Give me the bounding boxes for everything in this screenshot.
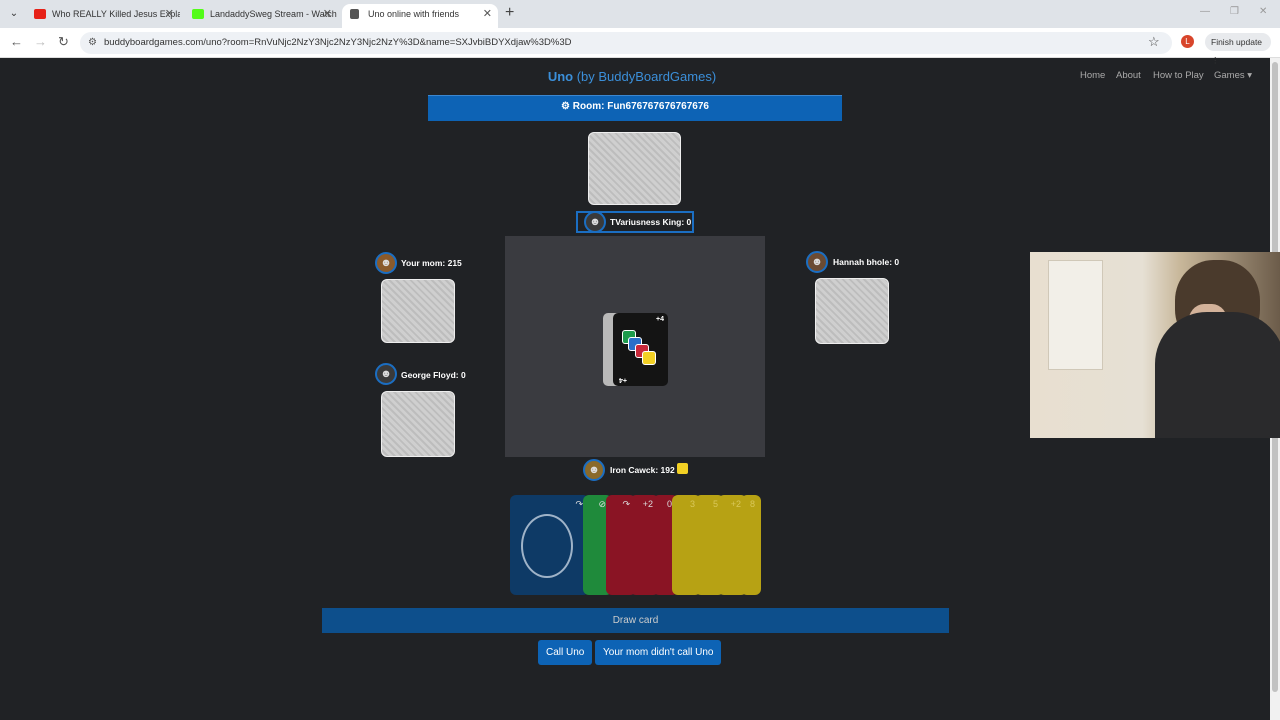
brand-subtitle: (by BuddyBoardGames) xyxy=(573,69,717,84)
new-tab-icon[interactable]: + xyxy=(505,4,514,22)
hand-card-label: ↷ xyxy=(622,499,630,509)
finish-update-label: Finish update xyxy=(1211,37,1263,47)
window-close-icon[interactable]: ✕ xyxy=(1259,6,1267,17)
close-tab-icon[interactable]: ✕ xyxy=(483,4,492,24)
address-bar-row: ← → ↻ ⚙ buddyboardgames.com/uno?room=RnV… xyxy=(0,28,1280,58)
webcam-person-hoodie xyxy=(1155,312,1280,438)
hand-card[interactable]: ↷ xyxy=(510,495,589,595)
player-me-name: Iron Cawck: 192 xyxy=(610,465,675,475)
hand-card-label: +2 xyxy=(642,499,653,509)
tab-search-icon[interactable]: ⌄ xyxy=(6,6,22,22)
hand-card[interactable]: 8 xyxy=(741,495,761,595)
call-uno-button[interactable]: Call Uno xyxy=(538,640,593,665)
nav-home[interactable]: Home xyxy=(1080,70,1105,81)
uno-site-icon xyxy=(350,9,359,19)
player-left2-name: George Floyd: 0 xyxy=(401,370,466,380)
brand-title: Uno xyxy=(547,69,574,84)
browser-tab-2[interactable]: LandaddySweg Stream - Watch ✕ xyxy=(184,4,338,28)
site-info-icon[interactable]: ⚙ xyxy=(88,32,97,54)
discard-pile: +4 +4 xyxy=(613,313,668,386)
close-tab-icon[interactable]: ✕ xyxy=(323,4,332,24)
tab-title: LandaddySweg Stream - Watch xyxy=(210,9,337,19)
hand-card-label: 8 xyxy=(749,499,755,509)
forward-icon[interactable]: → xyxy=(34,34,47,49)
avatar: ☻ xyxy=(806,251,828,273)
avatar: ☻ xyxy=(583,459,605,481)
player-right-name: Hannah bhole: 0 xyxy=(833,257,900,267)
wild-yellow-square xyxy=(642,351,656,365)
url-field[interactable]: ⚙ buddyboardgames.com/uno?room=RnVuNjc2N… xyxy=(80,32,1172,54)
hand-card-label: ⊘ xyxy=(598,499,606,509)
avatar: ☻ xyxy=(375,252,397,274)
tab-title: Who REALLY Killed Jesus Explai xyxy=(52,9,180,19)
youtube-icon xyxy=(34,9,46,19)
didnt-call-uno-button[interactable]: Your mom didn't call Uno xyxy=(595,640,722,665)
nav-about[interactable]: About xyxy=(1116,70,1141,81)
site-brand[interactable]: Uno (by BuddyBoardGames) xyxy=(0,69,1264,84)
back-icon[interactable]: ← xyxy=(10,34,23,49)
browser-tab-3[interactable]: Uno online with friends ✕ xyxy=(342,4,498,28)
discard-corner-label: +4 xyxy=(619,376,627,383)
kick-icon xyxy=(192,9,204,19)
profile-avatar[interactable]: L xyxy=(1181,35,1194,48)
opponent-left1-cards xyxy=(381,279,455,343)
room-banner: ⚙ Room: Fun676767676767676 xyxy=(428,95,842,121)
hand-card-label: ↷ xyxy=(575,499,583,509)
opponent-top-cards xyxy=(588,132,681,205)
avatar: ☻ xyxy=(584,211,606,233)
current-color-indicator xyxy=(677,463,688,474)
reverse-card-emblem xyxy=(521,514,573,578)
restore-icon[interactable]: ❐ xyxy=(1230,6,1239,17)
gear-icon: ⚙ xyxy=(561,101,570,112)
hand-card-label: +2 xyxy=(730,499,741,509)
draw-card-button[interactable]: Draw card xyxy=(322,608,949,633)
nav-how-to-play[interactable]: How to Play xyxy=(1153,70,1204,81)
bookmark-star-icon[interactable]: ☆ xyxy=(1148,34,1160,50)
minimize-icon[interactable]: — xyxy=(1200,6,1210,17)
nav-games-label: Games xyxy=(1214,70,1245,81)
avatar: ☻ xyxy=(375,363,397,385)
browser-tab-1[interactable]: Who REALLY Killed Jesus Explai ✕ xyxy=(26,4,180,28)
webcam-overlay xyxy=(1030,252,1280,438)
opponent-left2-cards xyxy=(381,391,455,457)
nav-games[interactable]: Games ▾ xyxy=(1214,70,1252,81)
reload-icon[interactable]: ↻ xyxy=(58,34,69,50)
webcam-background-window xyxy=(1048,260,1103,370)
close-tab-icon[interactable]: ✕ xyxy=(165,4,174,24)
room-label: Room: Fun676767676767676 xyxy=(572,101,709,112)
finish-update-button[interactable]: Finish update ⋮ xyxy=(1205,33,1271,65)
tab-title: Uno online with friends xyxy=(368,9,460,19)
opponent-right-cards xyxy=(815,278,889,344)
player-top-name: TVariusness King: 0 xyxy=(610,217,692,227)
player-left1-name: Your mom: 215 xyxy=(401,258,462,268)
discard-corner-label: +4 xyxy=(656,316,664,323)
url-text: buddyboardgames.com/uno?room=RnVuNjc2NzY… xyxy=(104,37,572,48)
browser-tab-bar: ⌄ Who REALLY Killed Jesus Explai ✕ Landa… xyxy=(0,0,1280,28)
